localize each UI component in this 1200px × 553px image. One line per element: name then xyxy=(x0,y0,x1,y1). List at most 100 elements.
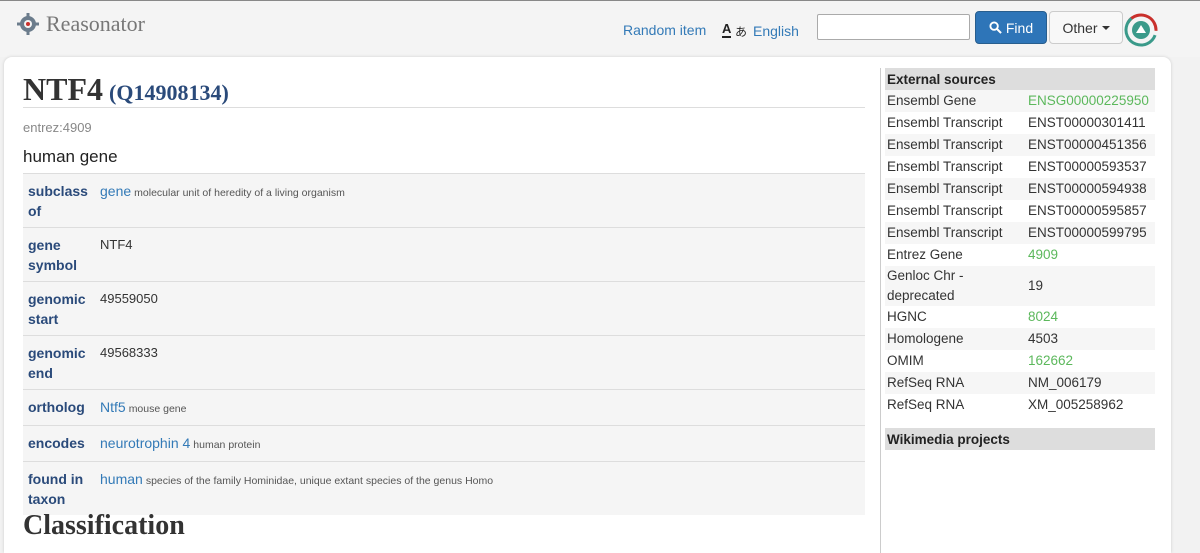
external-source-name: HGNC xyxy=(887,309,927,324)
claim-property[interactable]: subclass of xyxy=(28,181,100,221)
random-item-link[interactable]: Random item xyxy=(623,22,706,38)
translate-icon: Aあ xyxy=(722,21,748,39)
claim-value: gene molecular unit of heredity of a livi… xyxy=(100,181,345,221)
external-source-id: XM_005258962 xyxy=(1028,397,1124,412)
claim-value-text[interactable]: Ntf5 xyxy=(100,399,126,415)
external-source-id: ENST00000593537 xyxy=(1028,159,1147,174)
item-qid[interactable]: (Q14908134) xyxy=(109,80,229,105)
external-source-id[interactable]: 8024 xyxy=(1028,306,1058,328)
find-button[interactable]: Find xyxy=(975,11,1047,44)
external-source-name: Homologene xyxy=(887,331,964,346)
claim-row: genomic end 49568333 xyxy=(23,335,865,389)
claim-row: found in taxon human species of the family… xyxy=(23,461,865,515)
external-source-row: Ensembl Transcript ENST00000595857 xyxy=(885,200,1155,222)
claim-value-text: 49559050 xyxy=(100,291,158,306)
claim-row: subclass of gene molecular unit of heredit… xyxy=(23,173,865,227)
other-dropdown-button[interactable]: Other xyxy=(1049,11,1123,44)
external-source-id: 4503 xyxy=(1028,331,1059,346)
external-source-id: ENST00000594938 xyxy=(1028,181,1147,196)
external-source-row: Ensembl Transcript ENST00000301411 xyxy=(885,112,1155,134)
language-selector[interactable]: Aあ English xyxy=(722,22,799,39)
claim-property[interactable]: encodes xyxy=(28,433,100,455)
external-source-id: ENST00000451356 xyxy=(1028,137,1147,152)
external-source-name: OMIM xyxy=(887,353,924,368)
claim-row: gene symbol NTF4 xyxy=(23,227,865,281)
external-source-row: Homologene 4503 xyxy=(885,328,1155,350)
external-source-name: Ensembl Transcript xyxy=(887,137,1003,152)
brand[interactable]: Reasonator xyxy=(16,11,145,37)
external-source-id: ENST00000301411 xyxy=(1028,115,1146,130)
wikidata-logo-icon[interactable] xyxy=(1124,13,1158,47)
claim-row: encodes neurotrophin 4 human protein xyxy=(23,425,865,461)
external-source-name: Ensembl Transcript xyxy=(887,203,1003,218)
external-source-name: Genloc Chr - deprecated xyxy=(887,268,964,303)
language-label: English xyxy=(753,22,799,39)
claim-value-text: NTF4 xyxy=(100,237,133,252)
external-source-id: ENST00000595857 xyxy=(1028,203,1147,218)
external-source-row: HGNC 8024 xyxy=(885,306,1155,328)
claim-property[interactable]: genomic start xyxy=(28,289,100,329)
claim-value-note: human protein xyxy=(193,439,261,451)
claim-value-note: molecular unit of heredity of a living o… xyxy=(134,187,345,199)
wikimedia-projects-heading: Wikimedia projects xyxy=(885,428,1155,450)
gear-logo-icon xyxy=(17,13,39,35)
claim-value-text[interactable]: neurotrophin 4 xyxy=(100,435,190,451)
item-alias: entrez:4909 xyxy=(23,120,92,135)
claim-row: ortholog Ntf5 mouse gene xyxy=(23,389,865,425)
claim-value-note: species of the family Hominidae, unique … xyxy=(145,475,494,487)
external-source-row: Ensembl Gene ENSG00000225950 xyxy=(885,90,1155,112)
claim-row: genomic start 49559050 xyxy=(23,281,865,335)
external-source-id: NM_006179 xyxy=(1028,375,1102,390)
claim-value-text: 49568333 xyxy=(100,345,158,360)
caret-down-icon xyxy=(1101,25,1110,30)
external-source-row: Ensembl Transcript ENST00000594938 xyxy=(885,178,1155,200)
claim-value-note: mouse gene xyxy=(128,403,187,415)
external-source-id: 19 xyxy=(1028,278,1044,293)
external-source-name: RefSeq RNA xyxy=(887,375,965,390)
claim-value: Ntf5 mouse gene xyxy=(100,397,186,419)
item-label: NTF4 xyxy=(23,71,103,107)
external-source-row: Ensembl Transcript ENST00000451356 xyxy=(885,134,1155,156)
claim-value-text[interactable]: human xyxy=(100,471,143,487)
external-source-name: Entrez Gene xyxy=(887,247,963,262)
external-sources-list: Ensembl Gene ENSG00000225950 Ensembl Trans… xyxy=(885,90,1155,416)
claims-table: subclass of gene molecular unit of heredit… xyxy=(23,173,865,515)
external-source-name: Ensembl Transcript xyxy=(887,115,1003,130)
search-icon xyxy=(989,21,1002,34)
external-source-name: Ensembl Transcript xyxy=(887,225,1003,240)
other-button-label: Other xyxy=(1062,19,1098,36)
external-source-row: Entrez Gene 4909 xyxy=(885,244,1155,266)
external-sources-heading: External sources xyxy=(885,68,1155,90)
brand-name: Reasonator xyxy=(46,11,145,36)
claim-property[interactable]: ortholog xyxy=(28,397,100,419)
find-button-label: Find xyxy=(1005,19,1034,36)
claim-value-text[interactable]: gene xyxy=(100,183,131,199)
claim-value: 49559050 xyxy=(100,289,158,329)
sidebar-divider xyxy=(880,68,881,553)
claim-value: 49568333 xyxy=(100,343,158,383)
external-source-row: Ensembl Transcript ENST00000599795 xyxy=(885,222,1155,244)
external-source-name: Ensembl Transcript xyxy=(887,159,1003,174)
claim-value: NTF4 xyxy=(100,235,133,275)
page-title: NTF4 (Q14908134) xyxy=(23,70,865,108)
claim-property[interactable]: genomic end xyxy=(28,343,100,383)
claim-property[interactable]: gene symbol xyxy=(28,235,100,275)
claim-property[interactable]: found in taxon xyxy=(28,469,100,509)
top-navbar: Reasonator Random item Aあ English Find O… xyxy=(0,0,1200,57)
external-source-name: RefSeq RNA xyxy=(887,397,965,412)
external-source-row: RefSeq RNA XM_005258962 xyxy=(885,394,1155,416)
external-source-id[interactable]: 162662 xyxy=(1028,350,1073,372)
external-source-id[interactable]: ENSG00000225950 xyxy=(1028,90,1149,112)
external-source-name: Ensembl Transcript xyxy=(887,181,1003,196)
claim-value: neurotrophin 4 human protein xyxy=(100,433,260,455)
external-source-row: Ensembl Transcript ENST00000593537 xyxy=(885,156,1155,178)
external-source-name: Ensembl Gene xyxy=(887,93,977,108)
external-source-row: Genloc Chr - deprecated 19 xyxy=(885,266,1155,306)
external-sources-sidebar: External sources Ensembl Gene ENSG0000022… xyxy=(885,68,1155,450)
external-source-id: ENST00000599795 xyxy=(1028,225,1147,240)
external-source-id[interactable]: 4909 xyxy=(1028,244,1058,266)
search-input[interactable] xyxy=(817,14,970,40)
item-description: human gene xyxy=(23,147,118,166)
external-source-row: OMIM 162662 xyxy=(885,350,1155,372)
external-source-row: RefSeq RNA NM_006179 xyxy=(885,372,1155,394)
